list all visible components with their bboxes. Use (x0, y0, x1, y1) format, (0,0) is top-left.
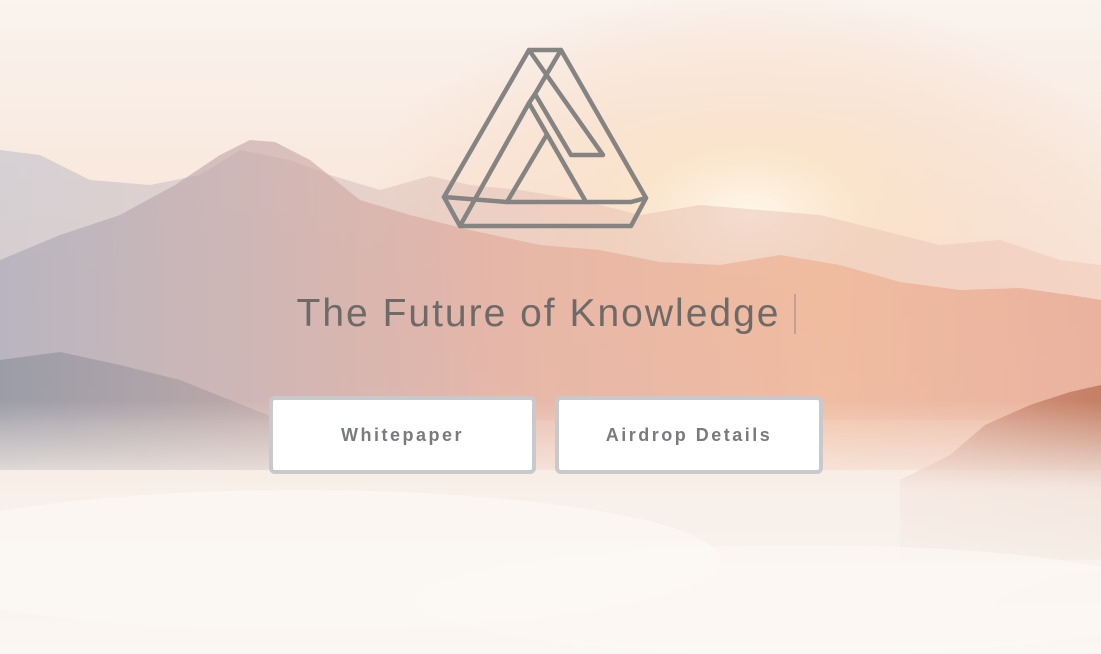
whitepaper-button[interactable]: Whitepaper (269, 396, 536, 474)
impossible-triangle-icon (441, 47, 649, 229)
airdrop-details-button-label: Airdrop Details (605, 424, 773, 445)
airdrop-details-button[interactable]: Airdrop Details (555, 396, 823, 474)
typing-cursor (794, 294, 797, 334)
hero-section: The Future of Knowledge Whitepaper Airdr… (0, 0, 1101, 654)
page-title: The Future of Knowledge (296, 292, 781, 335)
headline-container: The Future of Knowledge (0, 292, 1101, 336)
whitepaper-button-label: Whitepaper (340, 424, 464, 445)
